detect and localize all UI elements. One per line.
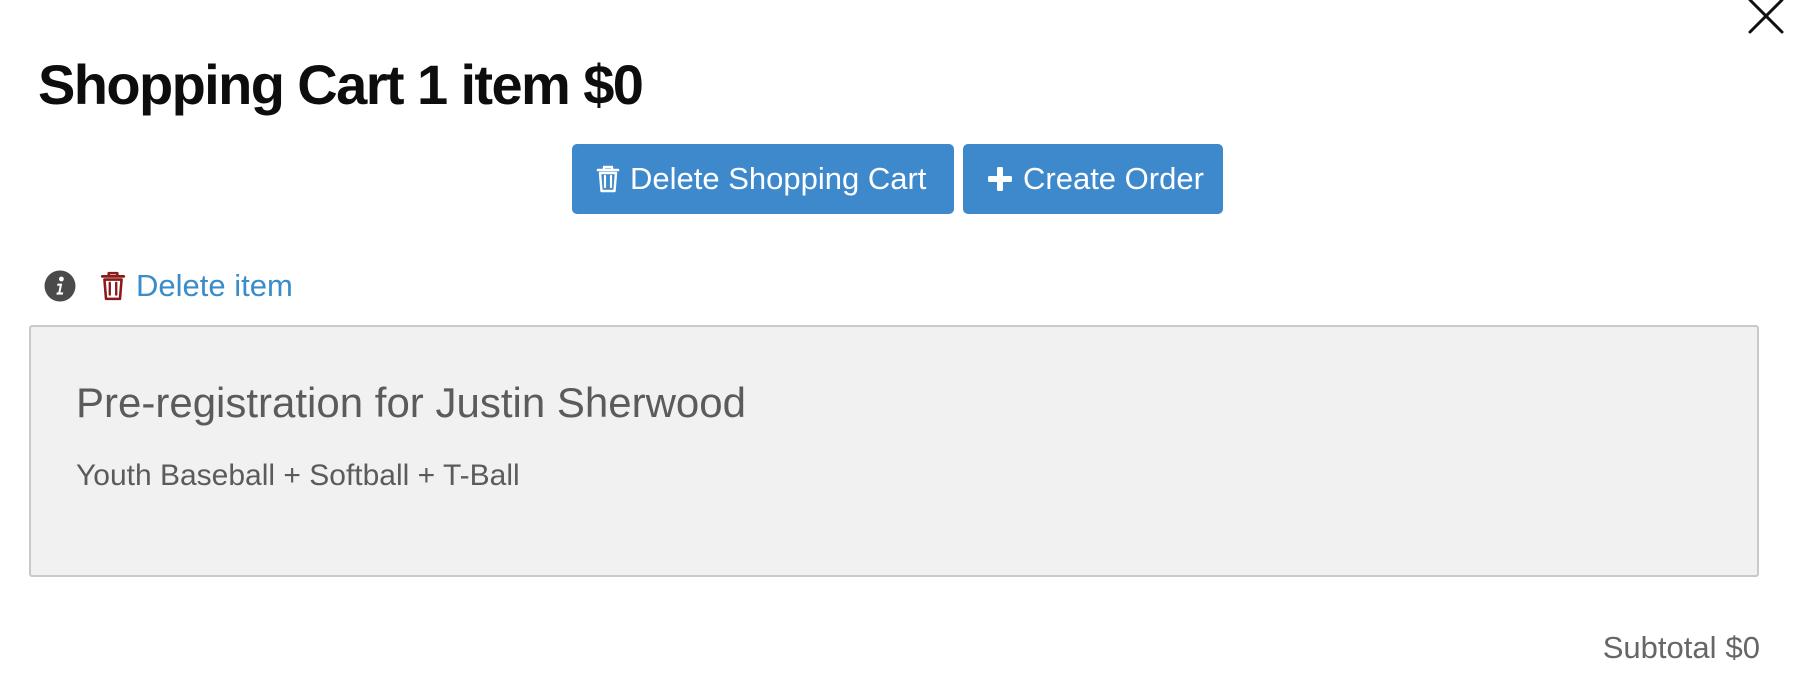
cart-total: $0: [583, 53, 644, 116]
close-icon: [1748, 0, 1784, 34]
delete-shopping-cart-label: Delete Shopping Cart: [630, 161, 927, 196]
delete-shopping-cart-button[interactable]: Delete Shopping Cart: [572, 144, 954, 214]
cart-title-text: Shopping Cart: [38, 53, 405, 116]
item-title: Pre-registration for Justin Sherwood: [76, 379, 746, 426]
trash-icon: [596, 165, 620, 193]
create-order-button[interactable]: Create Order: [963, 144, 1223, 214]
delete-item-label: Delete item: [136, 268, 293, 303]
subtotal-label: Subtotal: [1602, 630, 1717, 665]
cart-item: Pre-registration for Justin Sherwood You…: [29, 325, 1759, 577]
cart-item-count: 1 item: [416, 53, 571, 116]
plus-icon: [987, 166, 1013, 192]
subtotal-value: $0: [1725, 630, 1760, 665]
item-description: Youth Baseball + Softball + T-Ball: [76, 459, 520, 492]
subtotal: Subtotal $0: [1603, 630, 1760, 666]
trash-icon: [100, 271, 126, 301]
delete-item-button[interactable]: Delete item: [100, 268, 293, 304]
page-title: Shopping Cart 1 item $0: [38, 52, 644, 118]
info-icon[interactable]: [44, 270, 76, 302]
close-button[interactable]: [1742, 0, 1790, 40]
item-toolbar: Delete item: [44, 266, 293, 306]
create-order-label: Create Order: [1023, 161, 1204, 196]
